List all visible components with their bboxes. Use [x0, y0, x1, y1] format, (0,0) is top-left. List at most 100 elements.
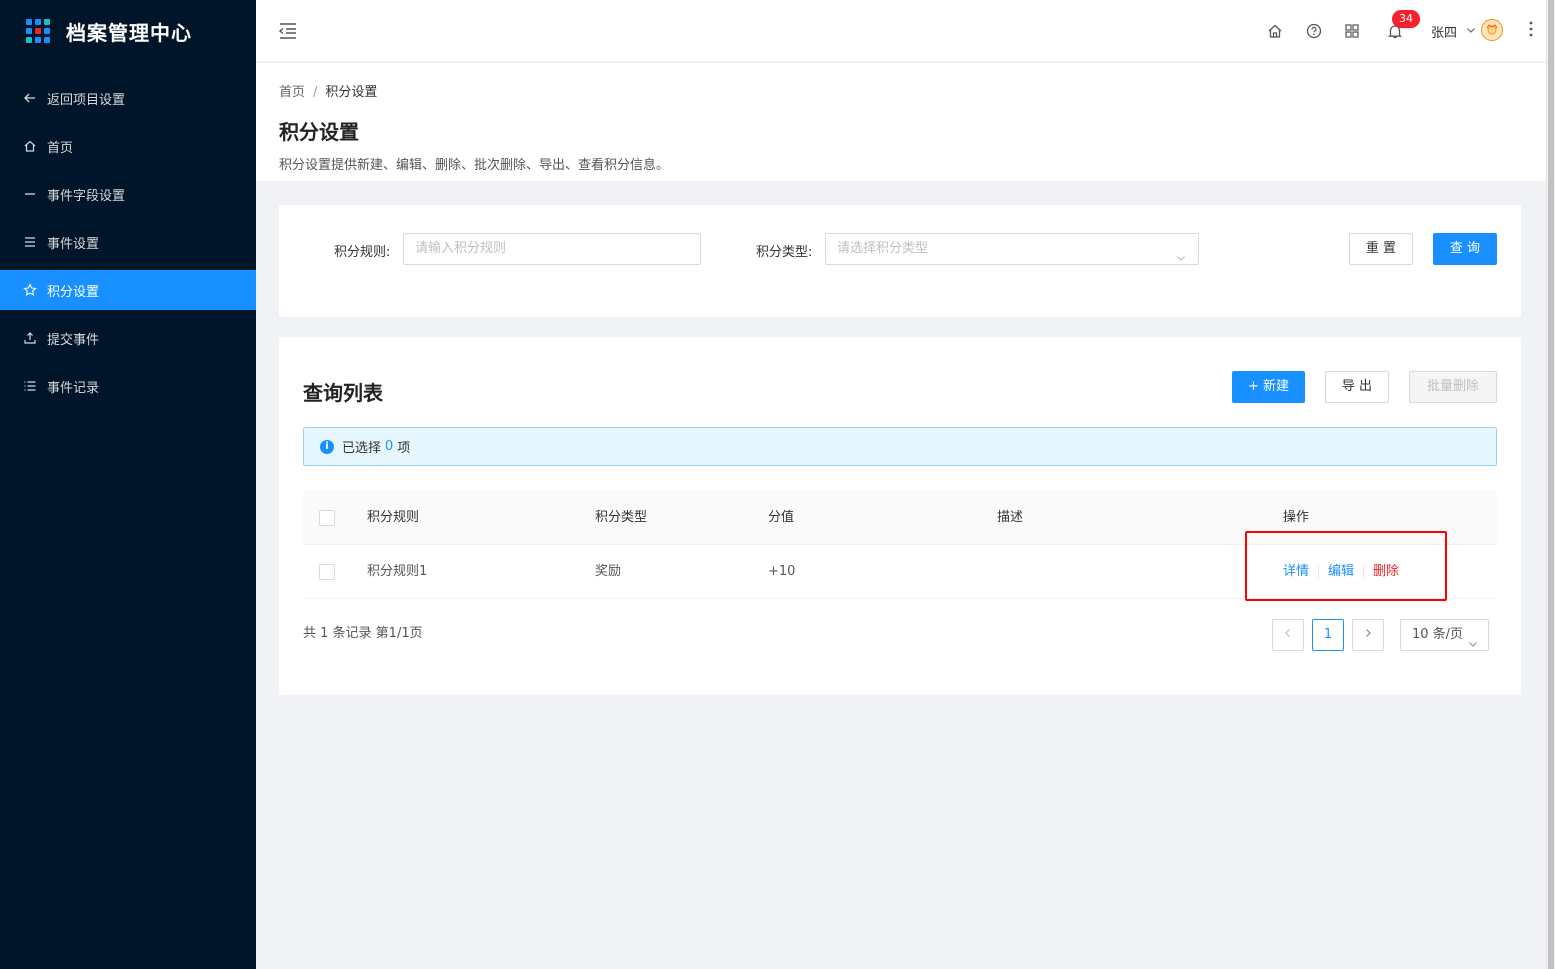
column-header-type: 积分类型: [595, 510, 648, 525]
logo-dot: [26, 37, 32, 43]
user-name[interactable]: 张四: [1431, 22, 1457, 41]
page-size-value: 10 条/页: [1412, 627, 1464, 642]
home-icon[interactable]: [1266, 22, 1284, 40]
prev-page-button[interactable]: [1272, 619, 1304, 651]
app-title: 档案管理中心: [66, 20, 192, 45]
page-number-button[interactable]: 1: [1312, 619, 1344, 651]
logo-dot: [26, 28, 32, 34]
export-button[interactable]: 导 出: [1325, 371, 1389, 403]
avatar[interactable]: [1481, 19, 1503, 41]
list-title: 查询列表: [303, 381, 383, 405]
logo-dot: [44, 19, 50, 25]
logo-dot: [44, 28, 50, 34]
column-header-description: 描述: [997, 510, 1024, 525]
menu-fold-icon[interactable]: [278, 22, 298, 40]
action-divider: [1363, 564, 1365, 579]
top-header: 34 张四: [256, 0, 1546, 62]
sidebar-item-label: 提交事件: [47, 332, 100, 348]
new-button[interactable]: + 新建: [1232, 371, 1305, 403]
scrollbar-thumb[interactable]: [1548, 0, 1554, 969]
query-list-card: 查询列表 + 新建 导 出 批量删除 i 已选择 0 项 积分规则 积分类型 分…: [279, 337, 1521, 695]
type-select-placeholder: 请选择积分类型: [837, 241, 929, 256]
cell-rule: 积分规则1: [367, 564, 428, 579]
sidebar-item-home[interactable]: 首页: [0, 126, 256, 166]
logo[interactable]: 档案管理中心: [0, 0, 256, 62]
logo-dot: [35, 19, 41, 25]
next-page-button[interactable]: [1352, 619, 1384, 651]
upload-icon: [23, 331, 37, 345]
breadcrumb-current: 积分设置: [325, 85, 378, 100]
breadcrumb: 首页 / 积分设置: [279, 81, 1546, 100]
logo-dot: [26, 19, 32, 25]
menu-icon: [23, 235, 37, 249]
page-size-select[interactable]: 10 条/页: [1400, 619, 1489, 651]
cell-score: +10: [768, 564, 796, 579]
action-divider: [1318, 564, 1320, 579]
sidebar-item-label: 返回项目设置: [47, 92, 126, 108]
logo-dot: [35, 28, 41, 34]
edit-link[interactable]: 编辑: [1328, 564, 1354, 579]
more-vertical-icon[interactable]: [1529, 20, 1533, 38]
logo-dot: [35, 37, 41, 43]
chevron-right-icon: [1366, 629, 1371, 637]
sidebar: 档案管理中心 返回项目设置 首页 事件字段设置 事件设置 积分设置 提交事件 事…: [0, 0, 256, 969]
detail-link[interactable]: 详情: [1283, 564, 1309, 579]
rule-input[interactable]: 请输入积分规则: [403, 233, 701, 265]
chevron-down-icon[interactable]: [1466, 24, 1476, 39]
sidebar-item-submit-event[interactable]: 提交事件: [0, 318, 256, 358]
info-icon: i: [320, 439, 334, 454]
sidebar-item-label: 首页: [47, 140, 74, 156]
batch-delete-button[interactable]: 批量删除: [1409, 371, 1497, 403]
sidebar-item-event-field-settings[interactable]: 事件字段设置: [0, 174, 256, 214]
points-table: 积分规则 积分类型 分值 描述 操作 积分规则1 奖励 +10 详情 编辑 删除: [303, 491, 1497, 599]
cell-type: 奖励: [595, 564, 622, 579]
sidebar-item-label: 事件记录: [47, 380, 100, 396]
star-icon: [23, 283, 37, 297]
breadcrumb-home[interactable]: 首页: [279, 85, 305, 100]
help-icon[interactable]: [1305, 22, 1323, 40]
table-header-row: 积分规则 积分类型 分值 描述 操作: [303, 491, 1497, 545]
type-field-label: 积分类型:: [756, 245, 813, 260]
sidebar-item-back-to-project-settings[interactable]: 返回项目设置: [0, 78, 256, 118]
selected-prefix: 已选择: [342, 441, 382, 456]
apps-icon[interactable]: [1343, 22, 1361, 40]
selection-alert: i 已选择 0 项: [303, 427, 1497, 466]
select-all-checkbox[interactable]: [319, 510, 335, 526]
delete-link[interactable]: 删除: [1373, 564, 1399, 579]
sidebar-item-points-settings[interactable]: 积分设置: [0, 270, 256, 310]
sidebar-item-label: 积分设置: [47, 284, 100, 300]
row-checkbox[interactable]: [319, 564, 335, 580]
arrow-left-icon: [23, 91, 37, 105]
search-form-card: 积分规则: 请输入积分规则 积分类型: 请选择积分类型 重 置 查 询: [279, 205, 1521, 317]
breadcrumb-separator: /: [313, 85, 318, 100]
chevron-down-icon: [1176, 245, 1186, 275]
cell-actions: 详情 编辑 删除: [1283, 545, 1399, 599]
column-header-actions: 操作: [1283, 510, 1310, 525]
table-row: 积分规则1 奖励 +10 详情 编辑 删除: [303, 545, 1497, 599]
type-select[interactable]: 请选择积分类型: [825, 233, 1199, 265]
page-header: 首页 / 积分设置 积分设置 积分设置提供新建、编辑、删除、批次删除、导出、查看积分…: [256, 63, 1546, 181]
chevron-left-icon: [1285, 629, 1290, 637]
sidebar-item-label: 事件设置: [47, 236, 100, 252]
sidebar-menu: 返回项目设置 首页 事件字段设置 事件设置 积分设置 提交事件 事件记录: [0, 78, 256, 406]
selected-suffix: 项: [397, 441, 411, 456]
notification-badge: 34: [1392, 10, 1420, 28]
selected-count: 0: [385, 439, 394, 454]
home-icon: [23, 139, 37, 153]
query-button[interactable]: 查 询: [1433, 233, 1497, 265]
chevron-down-icon: [1468, 631, 1478, 661]
sidebar-item-event-records[interactable]: 事件记录: [0, 366, 256, 406]
page-scrollbar[interactable]: [1546, 0, 1555, 969]
apps-grid-icon: [26, 19, 50, 43]
sidebar-item-event-settings[interactable]: 事件设置: [0, 222, 256, 262]
column-header-score: 分值: [768, 510, 795, 525]
column-header-rule: 积分规则: [367, 510, 420, 525]
pagination-total: 共 1 条记录 第1/1页: [303, 626, 423, 641]
sidebar-item-label: 事件字段设置: [47, 188, 126, 204]
reset-button[interactable]: 重 置: [1349, 233, 1413, 265]
page-title: 积分设置: [279, 120, 359, 144]
rule-field-label: 积分规则:: [334, 245, 391, 260]
logo-dot: [44, 37, 50, 43]
page-description: 积分设置提供新建、编辑、删除、批次删除、导出、查看积分信息。: [279, 158, 670, 173]
minus-icon: [23, 187, 37, 201]
